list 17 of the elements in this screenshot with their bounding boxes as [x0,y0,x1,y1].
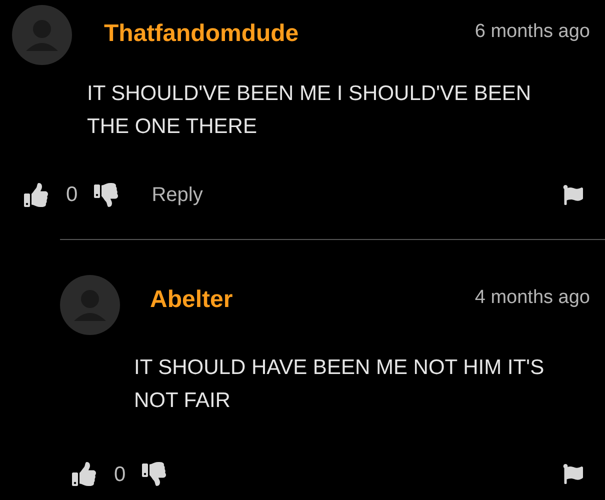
like-button[interactable] [24,182,48,207]
avatar-icon [12,5,72,65]
timestamp: 4 months ago [474,288,590,310]
vote-count: 0 [66,182,78,208]
like-button[interactable] [72,462,96,486]
username[interactable]: Abelter [150,288,233,312]
comment-text: IT SHOULD HAVE BEEN ME NOT HIM IT'S NOT FAIR [133,354,546,414]
reply-button[interactable]: Reply [152,180,203,210]
vote-count: 0 [114,462,126,488]
dislike-button[interactable] [142,462,166,486]
avatar-icon [60,274,120,334]
comment-text: IT SHOULD'VE BEEN ME I SHOULD'VE BEEN THE ONE THERE [86,81,532,140]
username[interactable]: Thatfandomdude [104,22,299,46]
timestamp: 6 months ago [474,22,590,44]
flag-button[interactable] [563,464,583,484]
flag-button[interactable] [563,184,583,205]
dislike-button[interactable] [94,182,118,207]
